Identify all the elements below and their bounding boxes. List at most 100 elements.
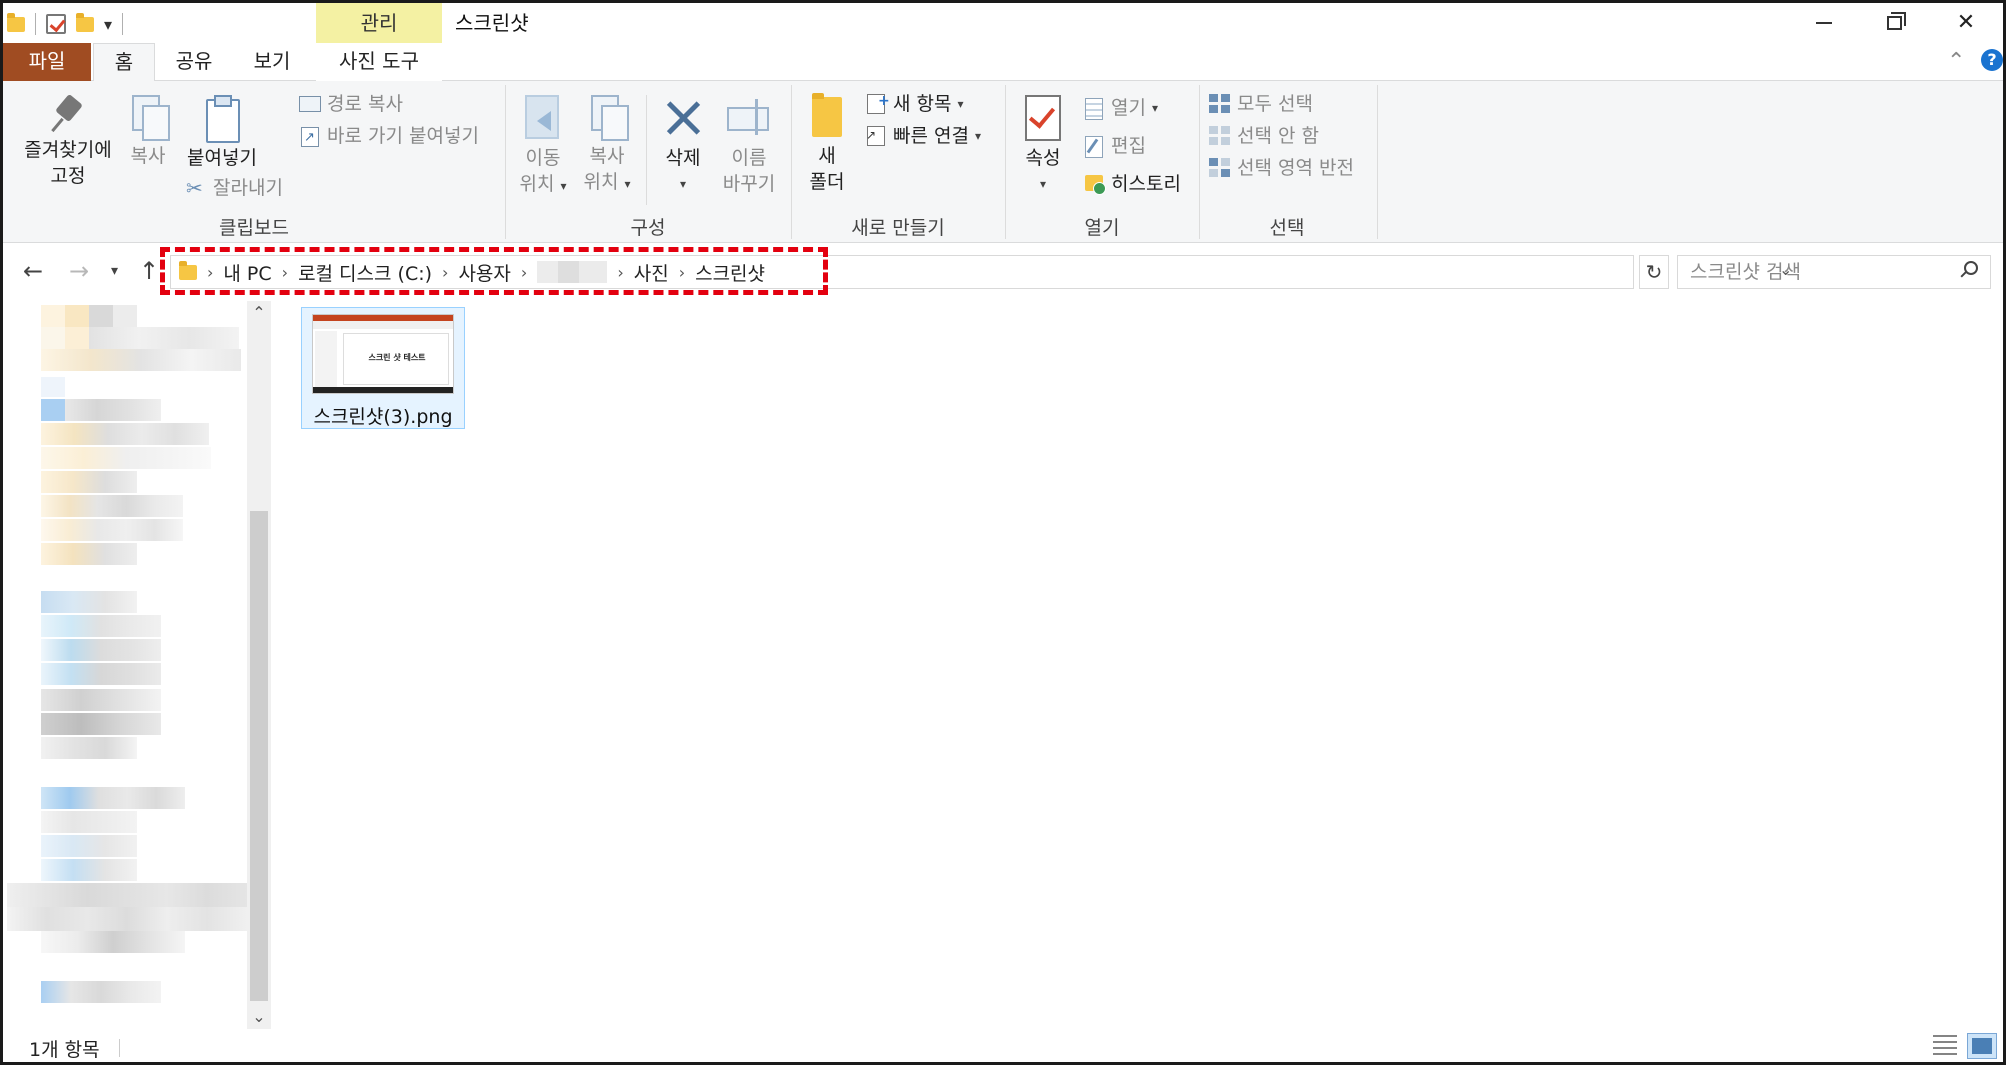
properties-label: 속성 — [1025, 147, 1061, 169]
rename-button[interactable]: 이름 바꾸기 — [715, 93, 783, 197]
breadcrumb-username-redacted[interactable] — [537, 261, 608, 283]
tab-view[interactable]: 보기 — [241, 43, 303, 81]
select-all-button[interactable]: 모두 선택 — [1209, 91, 1313, 117]
chevron-right-icon[interactable]: › — [282, 263, 288, 282]
select-none-button[interactable]: 선택 안 함 — [1209, 123, 1319, 149]
paste-button[interactable]: 붙여넣기 — [179, 93, 265, 171]
large-icons-view-icon[interactable] — [1967, 1033, 1997, 1059]
ribbon-tabs: 파일 홈 공유 보기 사진 도구 ⌃ ? — [3, 43, 2003, 82]
chevron-right-icon[interactable]: › — [442, 263, 448, 282]
copy-to-button[interactable]: 복사 위치 ▾ — [579, 93, 635, 197]
group-label-new: 새로 만들기 — [851, 217, 945, 239]
up-arrow-icon[interactable]: ↑ — [139, 257, 159, 285]
close-button[interactable]: ✕ — [1931, 3, 2001, 43]
file-list: 스크린 샷 테스트 스크린샷(3).png — [275, 301, 2003, 1029]
invert-selection-button[interactable]: 선택 영역 반전 — [1209, 155, 1354, 181]
breadcrumb-pictures[interactable]: 사진 — [634, 259, 669, 286]
move-to-button[interactable]: 이동 위치 ▾ — [515, 93, 571, 199]
select-all-icon — [1209, 94, 1231, 114]
chevron-down-icon: ▾ — [957, 97, 964, 111]
collapse-ribbon-icon[interactable]: ⌃ — [1947, 49, 1965, 74]
select-all-label: 모두 선택 — [1237, 93, 1313, 115]
tab-share[interactable]: 공유 — [163, 43, 225, 81]
paste-shortcut-button[interactable]: 바로 가기 붙여넣기 — [299, 123, 479, 151]
tab-file[interactable]: 파일 — [3, 43, 91, 81]
details-view-icon[interactable] — [1933, 1035, 1957, 1057]
group-label-clipboard: 클립보드 — [219, 217, 289, 239]
copy-to-label: 복사 — [589, 145, 625, 167]
context-tab-manage[interactable]: 관리 — [316, 3, 442, 43]
file-name[interactable]: 스크린샷(3).png — [302, 402, 464, 429]
tab-picture-tools[interactable]: 사진 도구 — [316, 43, 442, 81]
rename-label-2: 바꾸기 — [722, 173, 776, 195]
cut-label: 잘라내기 — [213, 177, 283, 199]
chevron-right-icon[interactable]: › — [207, 263, 213, 282]
copy-button[interactable]: 복사 — [121, 93, 175, 169]
scroll-down-arrow-icon[interactable]: ⌄ — [247, 1005, 271, 1029]
copy-label: 복사 — [130, 145, 166, 167]
help-icon[interactable]: ? — [1981, 49, 2003, 71]
chevron-down-icon: ▾ — [560, 179, 567, 193]
search-box[interactable] — [1677, 255, 1991, 289]
breadcrumb-local-disk[interactable]: 로컬 디스크 (C:) — [298, 259, 432, 286]
breadcrumb-users[interactable]: 사용자 — [458, 259, 510, 286]
refresh-icon: ↻ — [1645, 260, 1663, 284]
breadcrumb: › 내 PC › 로컬 디스크 (C:) › 사용자 › › 사진 › 스크린샷 — [179, 256, 765, 288]
search-icon[interactable] — [1960, 261, 1978, 279]
copy-path-button[interactable]: 경로 복사 — [299, 91, 403, 117]
chevron-right-icon[interactable]: › — [617, 263, 623, 282]
breadcrumb-this-pc[interactable]: 내 PC — [223, 259, 271, 286]
restore-button[interactable] — [1859, 3, 1929, 43]
history-label: 히스토리 — [1111, 173, 1181, 195]
history-button[interactable]: 히스토리 — [1083, 171, 1181, 197]
title-bar: ▾ 관리 스크린샷 ✕ — [3, 3, 2003, 43]
toolbar-divider — [35, 13, 36, 35]
minimize-button[interactable] — [1789, 3, 1859, 43]
properties-button[interactable]: 속성 ▾ — [1015, 93, 1071, 197]
pin-label-2: 고정 — [50, 165, 86, 187]
address-bar[interactable]: › 내 PC › 로컬 디스크 (C:) › 사용자 › › 사진 › 스크린샷… — [170, 255, 1792, 289]
paste-icon — [202, 93, 242, 143]
chevron-right-icon[interactable]: › — [521, 263, 527, 282]
status-bar: 1개 항목 — [3, 1029, 2003, 1062]
back-arrow-icon[interactable]: ← — [23, 257, 43, 285]
properties-icon[interactable] — [46, 14, 66, 34]
search-input[interactable] — [1678, 256, 1948, 288]
tab-home[interactable]: 홈 — [93, 43, 155, 82]
file-item[interactable]: 스크린 샷 테스트 스크린샷(3).png — [301, 307, 465, 429]
quick-access-toolbar: ▾ — [7, 9, 124, 39]
easy-access-button[interactable]: 빠른 연결 ▾ — [865, 122, 981, 149]
open-icon — [1083, 98, 1105, 120]
edit-button[interactable]: 편집 — [1083, 133, 1146, 159]
pin-icon — [50, 93, 86, 133]
folder-icon — [179, 260, 197, 280]
new-folder-icon — [810, 93, 844, 139]
toolbar-divider — [122, 13, 124, 35]
new-folder-icon[interactable] — [76, 12, 94, 32]
chevron-right-icon[interactable]: › — [679, 263, 685, 282]
new-folder-button[interactable]: 새 폴더 — [799, 93, 855, 195]
cut-button[interactable]: 잘라내기 — [185, 175, 283, 201]
delete-button[interactable]: 삭제 ▾ — [653, 93, 713, 197]
move-to-label: 이동 — [525, 147, 561, 169]
new-folder-label-2: 폴더 — [809, 171, 845, 193]
paste-label: 붙여넣기 — [187, 147, 257, 169]
pin-to-quick-access-button[interactable]: 즐겨찾기에 고정 — [13, 93, 123, 189]
forward-arrow-icon[interactable]: → — [69, 257, 89, 285]
breadcrumb-screenshots[interactable]: 스크린샷 — [695, 259, 765, 286]
scrollbar-thumb[interactable] — [250, 511, 268, 1001]
navigation-pane-scrollbar[interactable]: ⌃ ⌄ — [247, 301, 271, 1029]
refresh-button[interactable]: ↻ — [1639, 255, 1669, 289]
copy-path-label: 경로 복사 — [327, 93, 403, 115]
recent-locations-chevron-icon[interactable]: ▾ — [111, 263, 118, 279]
chevron-down-icon: ▾ — [974, 129, 981, 143]
chevron-down-icon: ▾ — [1039, 177, 1047, 191]
navigation-pane-blurred — [3, 301, 273, 1029]
new-item-button[interactable]: 새 항목 ▾ — [865, 88, 964, 117]
copy-to-icon — [587, 93, 629, 141]
open-button[interactable]: 열기 ▾ — [1083, 95, 1158, 121]
scissors-icon — [185, 175, 207, 201]
scroll-up-arrow-icon[interactable]: ⌃ — [247, 301, 271, 325]
file-explorer-window: ▾ 관리 스크린샷 ✕ 파일 홈 공유 보기 사진 도구 ⌃ ? 즐겨찾기에 고… — [0, 0, 2006, 1065]
chevron-down-icon[interactable]: ▾ — [104, 15, 112, 34]
